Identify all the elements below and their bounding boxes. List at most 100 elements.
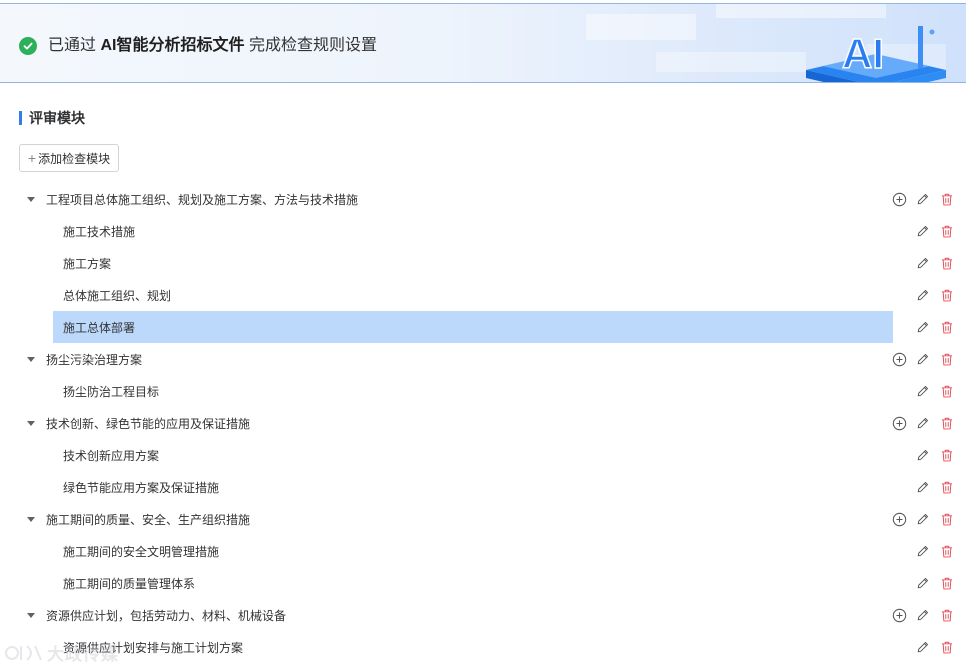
edit-button[interactable] bbox=[915, 255, 931, 271]
delete-icon bbox=[941, 449, 953, 461]
tree-group-node[interactable]: 施工期间的质量、安全、生产组织措施 bbox=[19, 503, 893, 535]
edit-button[interactable] bbox=[915, 415, 931, 431]
tree-child-node-selected[interactable]: 施工总体部署 bbox=[53, 311, 893, 343]
add-child-button[interactable] bbox=[891, 191, 907, 207]
tree-child-node[interactable]: 绿色节能应用方案及保证措施 bbox=[53, 471, 893, 503]
add-child-icon bbox=[892, 192, 906, 206]
edit-button[interactable] bbox=[915, 511, 931, 527]
edit-button[interactable] bbox=[915, 543, 931, 559]
ai-banner-illustration: AI bbox=[586, 4, 946, 82]
delete-button[interactable] bbox=[939, 447, 955, 463]
plus-icon: + bbox=[27, 150, 37, 166]
delete-icon bbox=[941, 641, 953, 653]
edit-button[interactable] bbox=[915, 351, 931, 367]
tree-child-node[interactable]: 扬尘防治工程目标 bbox=[53, 375, 893, 407]
delete-icon bbox=[941, 321, 953, 333]
row-actions bbox=[891, 599, 966, 631]
caret-down-icon[interactable] bbox=[19, 343, 43, 375]
tree-group-row[interactable]: 工程项目总体施工组织、规划及施工方案、方法与技术措施 bbox=[19, 183, 966, 215]
tree-group-label: 扬尘污染治理方案 bbox=[46, 352, 143, 367]
delete-button[interactable] bbox=[939, 575, 955, 591]
delete-button[interactable] bbox=[939, 607, 955, 623]
edit-button[interactable] bbox=[915, 223, 931, 239]
edit-button[interactable] bbox=[915, 607, 931, 623]
tree-child-row[interactable]: 施工方案 bbox=[19, 247, 966, 279]
tree-child-row[interactable]: 绿色节能应用方案及保证措施 bbox=[19, 471, 966, 503]
add-child-button[interactable] bbox=[891, 607, 907, 623]
tree-child-node[interactable]: 施工方案 bbox=[53, 247, 893, 279]
delete-button[interactable] bbox=[939, 319, 955, 335]
tree-group-node[interactable]: 资源供应计划，包括劳动力、材料、机械设备 bbox=[19, 599, 893, 631]
delete-icon bbox=[941, 513, 953, 525]
ai-banner-letters: AI bbox=[842, 30, 884, 77]
section-header: 评审模块 bbox=[19, 109, 85, 127]
tree-child-node[interactable]: 总体施工组织、规划 bbox=[53, 279, 893, 311]
edit-button[interactable] bbox=[915, 479, 931, 495]
delete-button[interactable] bbox=[939, 287, 955, 303]
tree-group-node[interactable]: 工程项目总体施工组织、规划及施工方案、方法与技术措施 bbox=[19, 183, 893, 215]
tree-child-label: 绿色节能应用方案及保证措施 bbox=[63, 480, 220, 495]
edit-button[interactable] bbox=[915, 319, 931, 335]
delete-button[interactable] bbox=[939, 351, 955, 367]
delete-button[interactable] bbox=[939, 383, 955, 399]
add-module-label: 添加检查模块 bbox=[38, 151, 111, 166]
row-actions bbox=[891, 503, 966, 535]
delete-button[interactable] bbox=[939, 255, 955, 271]
tree-group-row[interactable]: 资源供应计划，包括劳动力、材料、机械设备 bbox=[19, 599, 966, 631]
watermark: 大政传媒 bbox=[5, 640, 119, 665]
tree-group-node[interactable]: 扬尘污染治理方案 bbox=[19, 343, 893, 375]
tree-child-node[interactable]: 施工技术措施 bbox=[53, 215, 893, 247]
edit-icon bbox=[917, 641, 929, 653]
tree-child-node[interactable]: 施工期间的安全文明管理措施 bbox=[53, 535, 893, 567]
tree-child-row[interactable]: 施工总体部署 bbox=[19, 311, 966, 343]
tree-child-label: 技术创新应用方案 bbox=[63, 448, 160, 463]
edit-button[interactable] bbox=[915, 383, 931, 399]
add-child-button[interactable] bbox=[891, 511, 907, 527]
delete-button[interactable] bbox=[939, 543, 955, 559]
delete-button[interactable] bbox=[939, 191, 955, 207]
delete-button[interactable] bbox=[939, 479, 955, 495]
caret-down-icon[interactable] bbox=[19, 599, 43, 631]
edit-button[interactable] bbox=[915, 575, 931, 591]
tree-child-row[interactable]: 技术创新应用方案 bbox=[19, 439, 966, 471]
add-child-button[interactable] bbox=[891, 415, 907, 431]
tree-child-row[interactable]: 扬尘防治工程目标 bbox=[19, 375, 966, 407]
caret-down-icon[interactable] bbox=[19, 183, 43, 215]
success-check-icon bbox=[19, 37, 37, 55]
delete-button[interactable] bbox=[939, 511, 955, 527]
edit-button[interactable] bbox=[915, 639, 931, 655]
delete-button[interactable] bbox=[939, 223, 955, 239]
row-actions bbox=[891, 535, 966, 567]
delete-icon bbox=[941, 577, 953, 589]
edit-button[interactable] bbox=[915, 191, 931, 207]
tree-child-node[interactable]: 技术创新应用方案 bbox=[53, 439, 893, 471]
delete-icon bbox=[941, 193, 953, 205]
delete-button[interactable] bbox=[939, 415, 955, 431]
edit-button[interactable] bbox=[915, 287, 931, 303]
tree-child-row[interactable]: 施工期间的安全文明管理措施 bbox=[19, 535, 966, 567]
tree-child-node[interactable]: 资源供应计划安排与施工计划方案 bbox=[53, 631, 893, 663]
row-actions bbox=[891, 311, 966, 343]
caret-down-icon[interactable] bbox=[19, 503, 43, 535]
tree-group-node[interactable]: 技术创新、绿色节能的应用及保证措施 bbox=[19, 407, 893, 439]
tree-group-row[interactable]: 施工期间的质量、安全、生产组织措施 bbox=[19, 503, 966, 535]
tree-child-row[interactable]: 施工技术措施 bbox=[19, 215, 966, 247]
tree-child-row[interactable]: 总体施工组织、规划 bbox=[19, 279, 966, 311]
tree-group-label: 施工期间的质量、安全、生产组织措施 bbox=[46, 512, 251, 527]
delete-icon bbox=[941, 481, 953, 493]
delete-button[interactable] bbox=[939, 639, 955, 655]
edit-button[interactable] bbox=[915, 447, 931, 463]
tree-child-node[interactable]: 施工期间的质量管理体系 bbox=[53, 567, 893, 599]
row-actions bbox=[891, 215, 966, 247]
tree-child-label: 扬尘防治工程目标 bbox=[63, 384, 160, 399]
tree-group-row[interactable]: 扬尘污染治理方案 bbox=[19, 343, 966, 375]
tree-child-row[interactable]: 施工期间的质量管理体系 bbox=[19, 567, 966, 599]
success-banner: AI 已通过 AI智能分析招标文件 完成检查规则设置 bbox=[0, 3, 966, 83]
caret-down-icon[interactable] bbox=[19, 407, 43, 439]
row-actions bbox=[891, 183, 966, 215]
add-child-button[interactable] bbox=[891, 351, 907, 367]
watermark-text: 大政传媒 bbox=[47, 645, 119, 664]
add-module-button[interactable]: + 添加检查模块 bbox=[19, 144, 119, 172]
tree-child-row[interactable]: 资源供应计划安排与施工计划方案 bbox=[19, 631, 966, 663]
tree-group-row[interactable]: 技术创新、绿色节能的应用及保证措施 bbox=[19, 407, 966, 439]
